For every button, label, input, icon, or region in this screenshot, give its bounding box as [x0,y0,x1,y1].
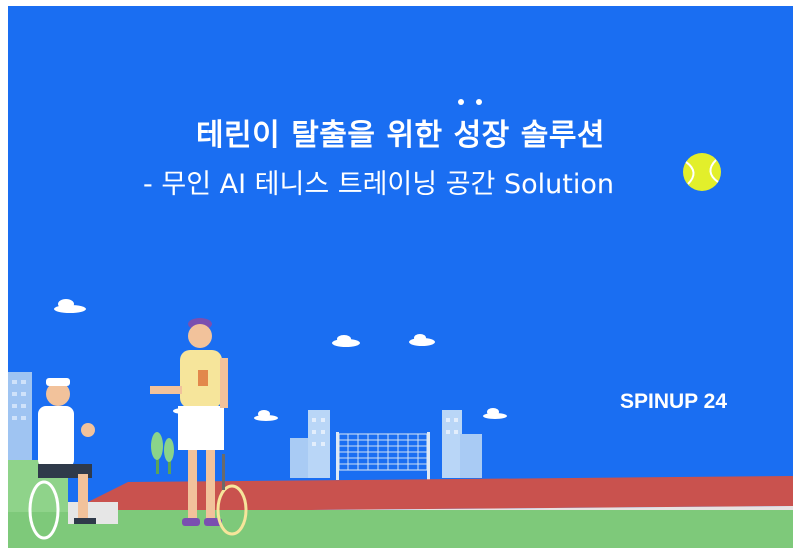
cloud-icon [483,408,507,419]
cloud-icon [409,334,435,346]
cloud-icon [332,335,360,347]
screen-frame: 테린이 탈출을 위한 성장 솔루션 - 무인 AI 테니스 트레이닝 공간 So… [0,0,801,554]
building-icon [442,410,482,478]
cloud-icon [54,299,86,313]
tennis-court-scene [8,299,793,548]
tennis-net-icon [336,432,430,480]
grass-field [8,510,793,548]
tree-icon [151,432,174,474]
slide-canvas: 테린이 탈출을 위한 성장 솔루션 - 무인 AI 테니스 트레이닝 공간 So… [8,6,793,548]
building-icon [290,410,330,478]
cloud-icon [254,410,278,421]
building-icon [8,372,32,462]
court-track [68,476,793,512]
